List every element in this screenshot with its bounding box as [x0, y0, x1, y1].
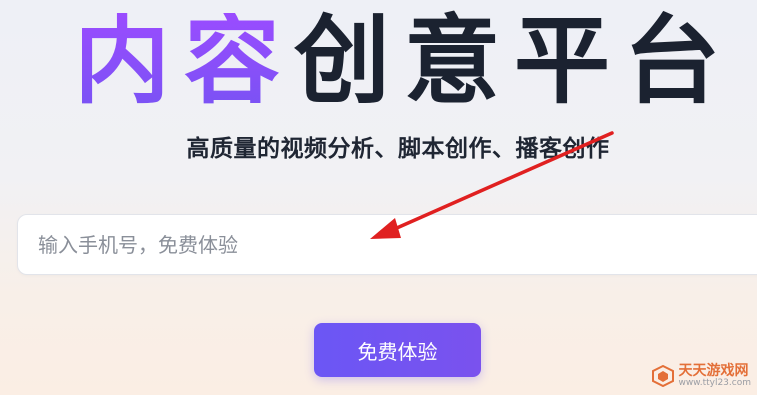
hero-subtitle: 高质量的视频分析、脚本创作、播客创作 — [186, 136, 610, 162]
hero-title-rest: 创意平台 — [294, 5, 734, 117]
watermark-logo-icon — [652, 365, 675, 388]
watermark-name: 天天游戏网 — [678, 362, 749, 379]
free-trial-button[interactable]: 免费体验 — [314, 323, 481, 377]
watermark: 天天游戏网 www.ttyl23.com — [652, 362, 751, 389]
watermark-url: www.ttyl23.com — [678, 378, 751, 389]
hero-title-highlight: 内容 — [74, 5, 294, 117]
phone-input-container — [17, 214, 757, 275]
hero-title: 内容 创意平台 — [74, 6, 734, 116]
phone-input[interactable] — [18, 215, 757, 274]
